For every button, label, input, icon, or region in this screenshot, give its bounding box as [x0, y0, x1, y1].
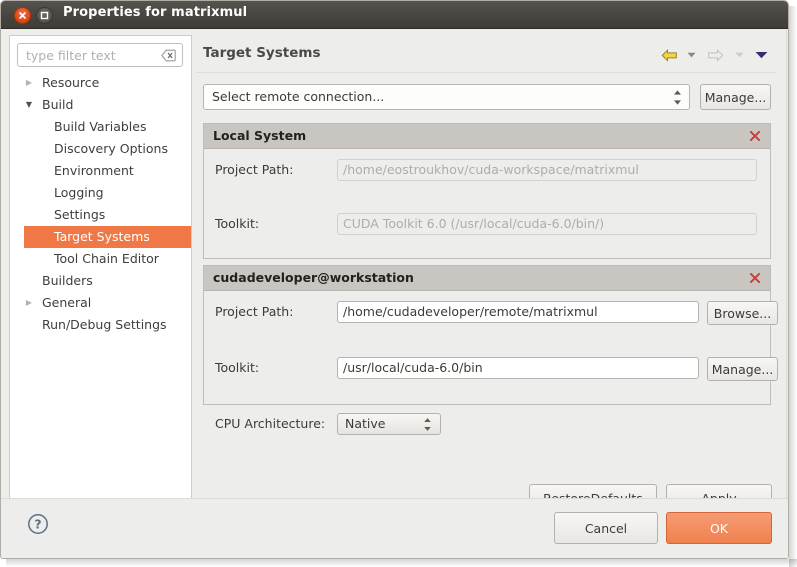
- remote-system-group: cudadeveloper@workstation Project Path: …: [203, 265, 771, 405]
- remote-connection-select[interactable]: Select remote connection...: [203, 84, 690, 110]
- group-title: cudadeveloper@workstation: [213, 270, 414, 285]
- sidebar-item-resource[interactable]: ▶ Resource: [10, 72, 191, 94]
- sidebar-item-settings[interactable]: Settings: [10, 204, 191, 226]
- expander-expanded-icon[interactable]: ▼: [22, 94, 36, 116]
- page-navigation-toolbar: [658, 46, 772, 64]
- dialog-buttons: Cancel OK: [554, 512, 772, 544]
- field-row: Toolkit: CUDA Toolkit 6.0 (/usr/local/cu…: [204, 213, 770, 235]
- sidebar-item-build[interactable]: ▼ Build: [10, 94, 191, 116]
- manage-toolkit-button[interactable]: Manage...: [707, 357, 778, 381]
- sidebar-item-logging[interactable]: Logging: [10, 182, 191, 204]
- sidebar-item-environment[interactable]: Environment: [10, 160, 191, 182]
- browse-button[interactable]: Browse...: [707, 301, 778, 325]
- cancel-button[interactable]: Cancel: [554, 512, 658, 544]
- sidebar-item-label: Target Systems: [54, 226, 150, 248]
- dialog-content: type filter text ▶ Resource ▼ Build: [1, 29, 788, 559]
- back-menu-chevron-down-icon[interactable]: [680, 46, 702, 64]
- sidebar-item-label: General: [42, 292, 91, 314]
- settings-tree: ▶ Resource ▼ Build Build Variables Disco…: [10, 72, 191, 336]
- svg-text:?: ?: [34, 517, 41, 532]
- field-row: Project Path: /home/cudadeveloper/remote…: [204, 301, 770, 323]
- header-divider: [196, 72, 776, 73]
- local-project-path-field: /home/eostroukhov/cuda-workspace/matrixm…: [337, 159, 757, 181]
- delete-icon[interactable]: [748, 129, 762, 143]
- sidebar-item-label: Run/Debug Settings: [42, 314, 167, 336]
- sidebar-item-general[interactable]: ▶ General: [10, 292, 191, 314]
- group-body: Project Path: /home/eostroukhov/cuda-wor…: [204, 149, 770, 260]
- ok-button[interactable]: OK: [666, 512, 772, 544]
- field-row: Project Path: /home/eostroukhov/cuda-wor…: [204, 159, 770, 181]
- sidebar-item-target-systems[interactable]: Target Systems: [24, 226, 191, 248]
- maximize-icon[interactable]: [36, 7, 53, 24]
- spinner-arrows-icon: [673, 89, 682, 106]
- window-shadow-right: [789, 6, 797, 567]
- sidebar-item-label: Build: [42, 94, 73, 116]
- sidebar-item-tool-chain-editor[interactable]: Tool Chain Editor: [10, 248, 191, 270]
- group-title: Local System: [213, 128, 306, 143]
- sidebar-item-label: Resource: [42, 72, 99, 94]
- close-icon[interactable]: [14, 7, 31, 24]
- search-input[interactable]: type filter text: [17, 43, 183, 67]
- sidebar-item-label: Settings: [54, 204, 105, 226]
- expander-collapsed-icon[interactable]: ▶: [22, 292, 36, 314]
- field-label: Project Path:: [215, 159, 293, 181]
- remote-cpu-architecture-value: Native: [345, 416, 385, 431]
- group-header: cudadeveloper@workstation: [204, 266, 770, 291]
- sidebar-item-label: Builders: [42, 270, 93, 292]
- settings-tree-sidebar: type filter text ▶ Resource ▼ Build: [9, 35, 191, 522]
- group-header: Local System: [204, 124, 770, 149]
- sidebar-item-builders[interactable]: Builders: [10, 270, 191, 292]
- remote-connection-value: Select remote connection...: [212, 89, 384, 104]
- sidebar-item-run-debug-settings[interactable]: Run/Debug Settings: [10, 314, 191, 336]
- page-title: Target Systems: [203, 45, 320, 61]
- target-systems-panel: Target Systems: [192, 35, 780, 522]
- remote-toolkit-field[interactable]: /usr/local/cuda-6.0/bin: [337, 357, 699, 379]
- field-label: Toolkit:: [215, 357, 259, 379]
- sidebar-item-discovery-options[interactable]: Discovery Options: [10, 138, 191, 160]
- search-input-placeholder: type filter text: [26, 48, 116, 63]
- sidebar-item-label: Environment: [54, 160, 134, 182]
- remote-connection-row: Select remote connection... Manage...: [203, 84, 771, 110]
- field-row: CPU Architecture: Native: [204, 413, 770, 435]
- field-label: Toolkit:: [215, 213, 259, 235]
- local-system-group: Local System Project Path: /home/eostrou…: [203, 123, 771, 259]
- delete-icon[interactable]: [748, 271, 762, 285]
- clear-icon[interactable]: [161, 49, 176, 65]
- remote-project-path-field[interactable]: /home/cudadeveloper/remote/matrixmul: [337, 301, 699, 323]
- manage-connections-button[interactable]: Manage...: [700, 84, 771, 110]
- sidebar-item-label: Discovery Options: [54, 138, 168, 160]
- help-icon[interactable]: ?: [27, 513, 49, 538]
- sidebar-item-label: Tool Chain Editor: [54, 248, 159, 270]
- window-title: Properties for matrixmul: [63, 5, 247, 20]
- spinner-arrows-icon: [423, 417, 432, 434]
- back-arrow-icon[interactable]: [658, 46, 680, 64]
- forward-menu-chevron-down-icon: [728, 46, 750, 64]
- field-label: Project Path:: [215, 301, 293, 323]
- group-body: Project Path: /home/cudadeveloper/remote…: [204, 291, 770, 406]
- expander-collapsed-icon[interactable]: ▶: [22, 72, 36, 94]
- field-label: CPU Architecture:: [215, 413, 325, 435]
- remote-cpu-architecture-select[interactable]: Native: [337, 413, 441, 435]
- window-shadow-bottom: [6, 559, 797, 567]
- sidebar-item-label: Build Variables: [54, 116, 146, 138]
- sidebar-item-label: Logging: [54, 182, 104, 204]
- view-menu-chevron-down-icon[interactable]: [750, 46, 772, 64]
- local-toolkit-field: CUDA Toolkit 6.0 (/usr/local/cuda-6.0/bi…: [337, 213, 757, 235]
- field-row: Toolkit: /usr/local/cuda-6.0/bin Manage.…: [204, 357, 770, 379]
- title-bar: Properties for matrixmul: [1, 1, 788, 29]
- properties-dialog-window: Properties for matrixmul type filter tex…: [0, 0, 789, 559]
- sidebar-item-build-variables[interactable]: Build Variables: [10, 116, 191, 138]
- forward-arrow-icon: [702, 46, 728, 64]
